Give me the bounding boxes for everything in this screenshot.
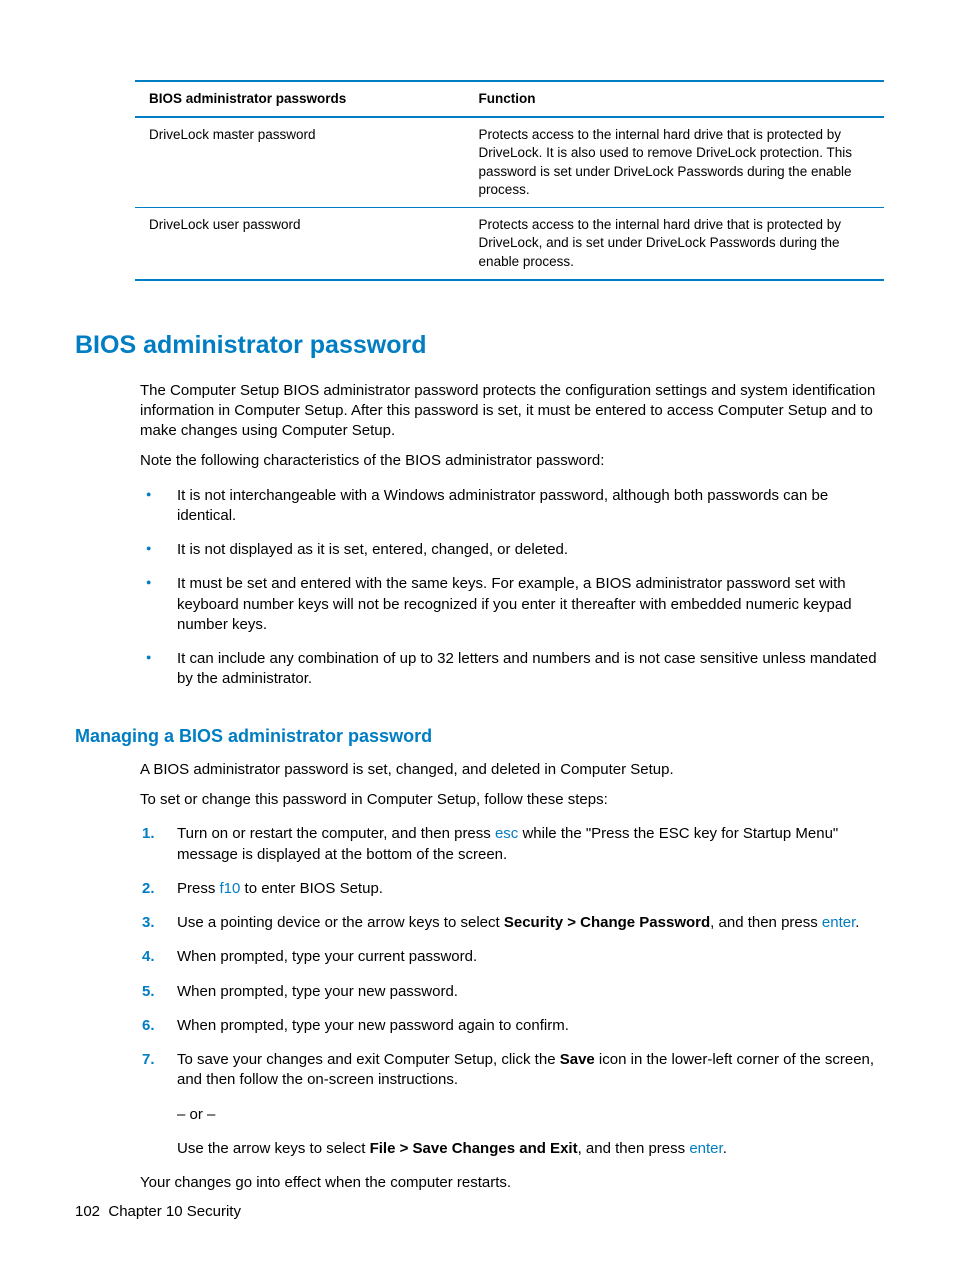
step-text: to enter BIOS Setup. xyxy=(240,880,383,897)
table-row: DriveLock master password Protects acces… xyxy=(135,117,884,207)
step-item: Turn on or restart the computer, and the… xyxy=(140,824,884,865)
step-text: Use a pointing device or the arrow keys … xyxy=(177,914,504,931)
password-function-cell: Protects access to the internal hard dri… xyxy=(465,117,884,207)
list-item: It is not interchangeable with a Windows… xyxy=(140,486,884,527)
step-item: Press f10 to enter BIOS Setup. xyxy=(140,879,884,899)
table-row: DriveLock user password Protects access … xyxy=(135,208,884,280)
page-number: 102 xyxy=(75,1203,100,1220)
characteristics-list: It is not interchangeable with a Windows… xyxy=(140,486,884,690)
step-item: To save your changes and exit Computer S… xyxy=(140,1050,884,1159)
step-text: Turn on or restart the computer, and the… xyxy=(177,825,495,842)
step-alternative-separator: – or – xyxy=(177,1105,884,1125)
step-text: . xyxy=(855,914,859,931)
step-text: Use the arrow keys to select xyxy=(177,1140,370,1157)
keyboard-key: enter xyxy=(822,914,855,931)
password-function-cell: Protects access to the internal hard dri… xyxy=(465,208,884,280)
step-text: Press xyxy=(177,880,220,897)
password-name-cell: DriveLock user password xyxy=(135,208,465,280)
closing-paragraph: Your changes go into effect when the com… xyxy=(140,1173,884,1193)
menu-path: File > Save Changes and Exit xyxy=(370,1140,578,1157)
step-text: , and then press xyxy=(578,1140,690,1157)
list-item: It is not displayed as it is set, entere… xyxy=(140,540,884,560)
section-heading: BIOS administrator password xyxy=(75,329,884,363)
page-footer: 102 Chapter 10 Security xyxy=(75,1202,241,1222)
step-text: . xyxy=(723,1140,727,1157)
intro-paragraph-1: The Computer Setup BIOS administrator pa… xyxy=(140,381,884,442)
step-alternative: Use the arrow keys to select File > Save… xyxy=(177,1139,884,1159)
subsection-paragraph-2: To set or change this password in Comput… xyxy=(140,790,884,810)
step-item: When prompted, type your new password ag… xyxy=(140,1016,884,1036)
step-item: When prompted, type your new password. xyxy=(140,982,884,1002)
list-item: It can include any combination of up to … xyxy=(140,649,884,690)
step-item: Use a pointing device or the arrow keys … xyxy=(140,913,884,933)
passwords-table: BIOS administrator passwords Function Dr… xyxy=(135,80,884,281)
step-text: To save your changes and exit Computer S… xyxy=(177,1051,560,1068)
subsection-paragraph-1: A BIOS administrator password is set, ch… xyxy=(140,760,884,780)
keyboard-key: esc xyxy=(495,825,518,842)
subsection-heading: Managing a BIOS administrator password xyxy=(75,724,884,748)
keyboard-key: enter xyxy=(689,1140,722,1157)
menu-path: Security > Change Password xyxy=(504,914,710,931)
intro-paragraph-2: Note the following characteristics of th… xyxy=(140,451,884,471)
password-name-cell: DriveLock master password xyxy=(135,117,465,207)
chapter-label: Chapter 10 Security xyxy=(108,1203,241,1220)
table-header-passwords: BIOS administrator passwords xyxy=(135,81,465,117)
ui-label: Save xyxy=(560,1051,595,1068)
table-header-function: Function xyxy=(465,81,884,117)
list-item: It must be set and entered with the same… xyxy=(140,574,884,635)
step-text: , and then press xyxy=(710,914,822,931)
keyboard-key: f10 xyxy=(220,880,241,897)
step-item: When prompted, type your current passwor… xyxy=(140,947,884,967)
steps-list: Turn on or restart the computer, and the… xyxy=(140,824,884,1159)
